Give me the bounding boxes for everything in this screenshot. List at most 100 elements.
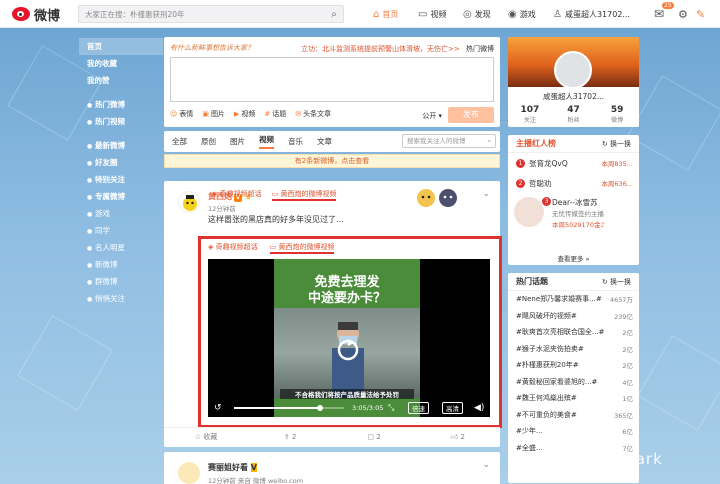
hot-topic-item[interactable]: #黄毅秘回家看婆旭的...# 4亿 [508,374,639,391]
hot-topic-title[interactable]: #朴槿惠获刑20年# [516,360,622,370]
quality-button[interactable]: 高清 [442,402,463,414]
volume-icon[interactable]: ◀) [474,403,484,413]
hot-topic-title[interactable]: #少年... [516,426,622,436]
anchor-name[interactable]: 哲聪劝 [529,178,552,189]
nav-video[interactable]: ▭ 视频 [418,6,446,22]
author-avatar[interactable] [178,191,200,213]
sidebar-item[interactable]: ● 热门微博 [79,96,163,113]
feed-tab[interactable]: 文章 [317,136,332,147]
sidebar-item[interactable]: ● 游戏 [79,205,163,222]
sidebar-item[interactable]: ● 名人明星 [79,239,163,256]
sidebar-item[interactable]: ● 特别关注 [79,171,163,188]
anchor-name[interactable]: 张育龙QvQ [529,158,568,169]
settings-button[interactable]: ⚙ [678,6,691,22]
video-progress-bar[interactable] [234,405,344,411]
profile-stat[interactable]: 59 微博 [595,105,639,124]
composer-tool-button[interactable]: ✉ 头条文章 [295,109,331,119]
hot-topic-title[interactable]: #耿爽首次亮相联合国全...# [516,327,622,337]
refresh-button[interactable]: ↻ 换一换 [602,273,631,291]
sidebar-item[interactable]: 我的收藏 [79,55,163,72]
composer-tool-button[interactable]: ▶ 视频 [234,109,255,119]
feed-tab[interactable]: 图片 [230,136,245,147]
view-more-link[interactable]: 查看更多 » [508,253,639,263]
nav-user[interactable]: ♙ 咸蛋超人31702... [553,6,630,22]
hot-topic-item[interactable]: #朴槿惠获刑20年# 2亿 [508,357,639,374]
hot-topic-item[interactable]: #耿爽首次亮相联合国全...# 2亿 [508,324,639,341]
search-box[interactable]: 大家正在搜：朴槿惠获刑20年 ⌕ [78,5,344,23]
replay-icon[interactable] [336,338,360,362]
feed-tab[interactable]: 全部 [172,136,187,147]
author-video-link[interactable]: ▭ 黄西炮的微博视频 [269,242,335,254]
anchor-ranking-item[interactable]: 2 哲聪劝 本周636... [508,173,639,193]
sidebar-item[interactable]: ● 好友圈 [79,154,163,171]
refresh-button[interactable]: ↻ 换一换 [602,135,631,153]
anchor-name[interactable]: Dear--冰雪苏 [552,197,598,208]
favorite-button[interactable]: ☆ 收藏 [164,428,248,445]
super-topic-link[interactable]: ◈ 奇趣视频超话 [212,189,262,201]
anchor-featured-item[interactable]: 3 Dear--冰雪苏 无忧传媒签约主播 本周5029170金♪ [508,193,639,233]
hot-topic-title[interactable]: #黄毅秘回家看婆旭的...# [516,377,622,387]
profile-avatar[interactable] [554,51,592,89]
hot-topic-item[interactable]: #少年... 6亿 [508,423,639,440]
sidebar-item[interactable]: ● 群微博 [79,273,163,290]
hot-topic-title[interactable]: #猴子水泥夹伤拍卖# [516,344,622,354]
anchor-avatar[interactable] [514,197,544,227]
sidebar-item[interactable]: ● 新微博 [79,256,163,273]
replay-small-icon[interactable]: ↺ [214,403,222,413]
like-button[interactable]: 👍︎ 2 [416,428,500,445]
hot-topic-item[interactable]: #Nene郑乃馨求婚赛事...# 4657万 [508,291,639,308]
super-topic-link[interactable]: ◈ 奇趣视频超话 [208,242,258,254]
feed-search-input[interactable]: 搜索我关注人的微博 ⌕ [402,134,496,148]
hot-topic-title[interactable]: #不可重负的美食# [516,410,614,420]
sidebar-item[interactable]: ● 同学 [79,222,163,239]
composer-tool-button[interactable]: ☺ 表情 [170,109,193,119]
hot-topic-item[interactable]: #飓风破坏的视频# 239亿 [508,308,639,325]
composer-tool-button[interactable]: # 话题 [264,109,286,119]
speed-button[interactable]: 倍速 [408,402,429,414]
sidebar-item[interactable]: ● 专属微博 [79,188,163,205]
sidebar-item[interactable]: ● 悄悄关注 [79,290,163,307]
hot-topic-item[interactable]: #魏王何鸿燊出殡# 1亿 [508,390,639,407]
author-avatar[interactable] [178,462,200,484]
hot-weibo-link[interactable]: 热门微博 [466,45,494,53]
hot-topic-title[interactable]: #Nene郑乃馨求婚赛事...# [516,294,610,304]
hot-topic-banner[interactable]: 立功：北斗监测系统提前预警山体滑坡，无伤亡>> 热门微博 [301,44,494,54]
profile-stat[interactable]: 47 粉丝 [552,105,596,124]
composer-tool-button[interactable]: ▣ 图片 [202,109,225,119]
progress-knob[interactable] [316,405,323,411]
post-author[interactable]: 赛丽姐好看 V [208,462,257,473]
sidebar-item[interactable]: 我的赞 [79,72,163,89]
publish-button[interactable]: 发布 [448,107,494,123]
chevron-down-icon[interactable]: ⌄ [482,460,490,470]
anchor-ranking-item[interactable]: 1 张育龙QvQ 本周835... [508,153,639,173]
weibo-logo[interactable]: 微博 [12,5,60,24]
visibility-select[interactable]: 公开 ▾ [422,111,442,121]
hot-topic-title[interactable]: #魏王何鸿燊出殡# [516,393,622,403]
chevron-down-icon[interactable]: ⌄ [482,189,490,199]
comment-button[interactable]: ▢ 2 [332,428,416,445]
feed-tab[interactable]: 原创 [201,136,216,147]
hot-topic-item[interactable]: #猴子水泥夹伤拍卖# 2亿 [508,341,639,358]
sidebar-item[interactable]: ● 最新微博 [79,137,163,154]
nav-discover[interactable]: ◎ 发现 [463,6,491,22]
hot-topic-item[interactable]: #不可重负的美食# 365亿 [508,407,639,424]
fullscreen-exit-icon[interactable]: ⤡ [388,403,394,413]
author-video-link[interactable]: ▭ 黄西炮的微博视频 [271,189,337,201]
feed-tab[interactable]: 音乐 [288,136,303,147]
feed-tab[interactable]: 视频 [259,134,274,149]
profile-stat[interactable]: 107 关注 [508,105,552,124]
sidebar-item[interactable]: ● 热门视频 [79,113,163,130]
composer-textarea[interactable] [170,57,494,102]
repost-button[interactable]: ⇪ 2 [248,428,332,445]
video-player[interactable]: 免费去理发 中途要办卡？ 不合格我们将按产品质量法给予处罚 ↺ 3:05/3:0… [208,259,490,417]
post-time[interactable]: 12分钟前 来自 微博 weibo.com [208,475,303,484]
search-icon[interactable]: ⌕ [325,9,343,20]
new-posts-notice[interactable]: 有2条新微博，点击查看 [164,154,500,168]
post-time[interactable]: 12分钟前 [208,203,236,213]
nav-home[interactable]: ⌂ 首页 [373,6,398,22]
hot-topic-title[interactable]: #飓风破坏的视频# [516,311,614,321]
edit-button[interactable]: ✎ [696,6,708,22]
sidebar-item[interactable]: 首页 [79,38,163,55]
search-icon[interactable]: ⌕ [487,135,491,147]
nav-games[interactable]: ◉ 游戏 [508,6,536,22]
